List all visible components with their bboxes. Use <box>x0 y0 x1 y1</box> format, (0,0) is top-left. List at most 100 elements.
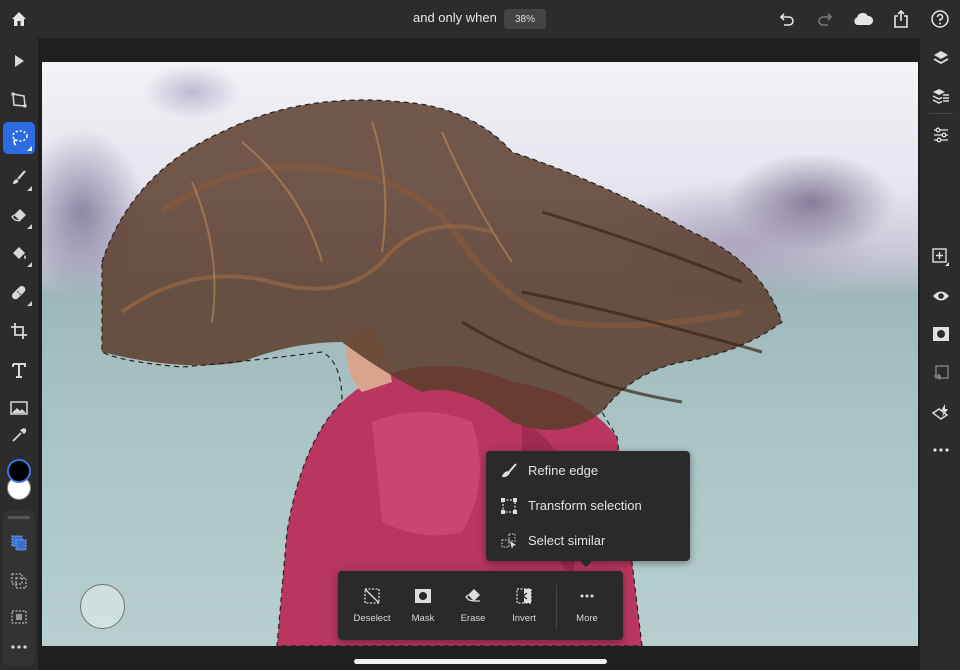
deselect-label: Deselect <box>353 613 391 624</box>
erase-label: Erase <box>460 613 486 624</box>
visibility-icon <box>933 291 949 301</box>
subtract-selection-icon <box>11 573 27 589</box>
tool-flyout-indicator <box>27 224 32 229</box>
bandage-icon <box>11 285 26 300</box>
invert-label: Invert <box>512 613 536 624</box>
transform-selection-icon <box>499 496 519 516</box>
selection-more-menu: Refine edge Transform selection Select s… <box>486 451 690 567</box>
divider <box>929 113 953 114</box>
drag-handle[interactable] <box>8 516 30 519</box>
help-button[interactable] <box>929 8 951 30</box>
mask-button[interactable] <box>929 322 953 346</box>
mask-icon <box>933 327 949 341</box>
selection-action-bar: Deselect Mask Erase Invert More <box>338 571 623 640</box>
undo-button[interactable] <box>776 8 798 30</box>
clip-button[interactable] <box>929 361 953 385</box>
touch-shortcut-button[interactable] <box>80 584 125 629</box>
intersect-selection-mode[interactable] <box>3 601 35 633</box>
refine-edge-icon <box>499 461 519 481</box>
top-bar: and only when 38% <box>0 0 960 38</box>
add-layer-icon <box>932 248 949 266</box>
menu-item-label: Select similar <box>528 533 606 548</box>
help-icon <box>931 10 949 28</box>
cloud-icon <box>854 13 874 25</box>
lasso-tool[interactable] <box>3 122 35 154</box>
eyedropper-icon <box>12 428 27 442</box>
brush-tool[interactable] <box>3 162 35 194</box>
crop-icon <box>11 323 27 339</box>
adjustments-icon <box>934 127 948 143</box>
deselect-button[interactable]: Deselect <box>347 571 397 640</box>
tool-flyout-indicator <box>27 262 32 267</box>
document-title[interactable]: and only when <box>413 10 497 25</box>
erase-button[interactable]: Erase <box>448 571 498 640</box>
right-toolbar <box>920 38 960 670</box>
tool-flyout-indicator <box>27 301 32 306</box>
adjustments-button[interactable] <box>929 123 953 147</box>
menu-item-transform-selection[interactable]: Transform selection <box>486 488 690 523</box>
photo-subject <box>101 99 783 646</box>
transform-tool[interactable] <box>3 84 35 116</box>
invert-icon <box>514 586 534 606</box>
share-button[interactable] <box>890 8 912 30</box>
quick-actions-icon <box>931 404 949 420</box>
home-icon <box>12 12 26 26</box>
subtract-selection-mode[interactable] <box>3 565 35 597</box>
clip-icon <box>934 365 949 380</box>
quick-actions-button[interactable] <box>929 400 953 424</box>
paint-bucket-icon <box>13 247 26 259</box>
transform-icon <box>11 92 27 108</box>
type-tool[interactable] <box>3 354 35 386</box>
tool-flyout-indicator <box>27 186 32 191</box>
home-button[interactable] <box>8 8 30 30</box>
photoshop-app: and only when 38% Refine edge Transform … <box>0 0 960 670</box>
layers-icon <box>933 51 949 65</box>
divider <box>556 585 557 629</box>
lasso-icon <box>12 130 28 146</box>
menu-item-refine-edge[interactable]: Refine edge <box>486 453 690 488</box>
intersect-selection-icon <box>11 610 27 624</box>
more-icon <box>577 586 597 606</box>
redo-button[interactable] <box>814 8 836 30</box>
fill-tool[interactable] <box>3 238 35 270</box>
layers-button[interactable] <box>929 46 953 70</box>
selection-more-button[interactable] <box>3 631 35 663</box>
selection-mode-group <box>3 511 35 666</box>
arrow-pointer-icon <box>15 55 24 67</box>
menu-item-label: Refine edge <box>528 463 599 478</box>
move-tool[interactable] <box>3 45 35 77</box>
home-indicator[interactable] <box>354 659 607 664</box>
select-similar-icon <box>499 531 519 551</box>
menu-item-label: Transform selection <box>528 498 642 513</box>
crop-tool[interactable] <box>3 315 35 347</box>
add-layer-button[interactable] <box>929 245 953 269</box>
right-more-button[interactable] <box>929 438 953 462</box>
share-icon <box>894 9 908 28</box>
tool-flyout-indicator <box>27 146 32 151</box>
mask-action-button[interactable]: Mask <box>398 571 448 640</box>
redo-icon <box>818 13 833 26</box>
eraser-icon <box>463 586 483 606</box>
more-label: More <box>576 613 598 624</box>
layer-properties-button[interactable] <box>929 84 953 108</box>
more-button[interactable]: More <box>562 571 612 640</box>
cloud-button[interactable] <box>852 8 874 30</box>
zoom-level[interactable]: 38% <box>504 9 546 29</box>
brush-icon <box>13 170 26 184</box>
left-toolbar <box>0 38 38 670</box>
visibility-button[interactable] <box>929 284 953 308</box>
document-canvas[interactable] <box>42 62 918 646</box>
foreground-color-swatch[interactable] <box>7 459 31 483</box>
menu-item-select-similar[interactable]: Select similar <box>486 523 690 558</box>
deselect-icon <box>362 586 382 606</box>
add-to-selection-icon <box>11 535 27 551</box>
invert-button[interactable]: Invert <box>499 571 549 640</box>
mask-icon <box>413 586 433 606</box>
more-icon <box>933 448 949 452</box>
eraser-icon <box>11 209 26 222</box>
healing-tool[interactable] <box>3 277 35 309</box>
eraser-tool[interactable] <box>3 200 35 232</box>
eyedropper-tool[interactable] <box>3 419 35 451</box>
add-selection-mode[interactable] <box>3 527 35 559</box>
more-icon <box>11 645 27 649</box>
